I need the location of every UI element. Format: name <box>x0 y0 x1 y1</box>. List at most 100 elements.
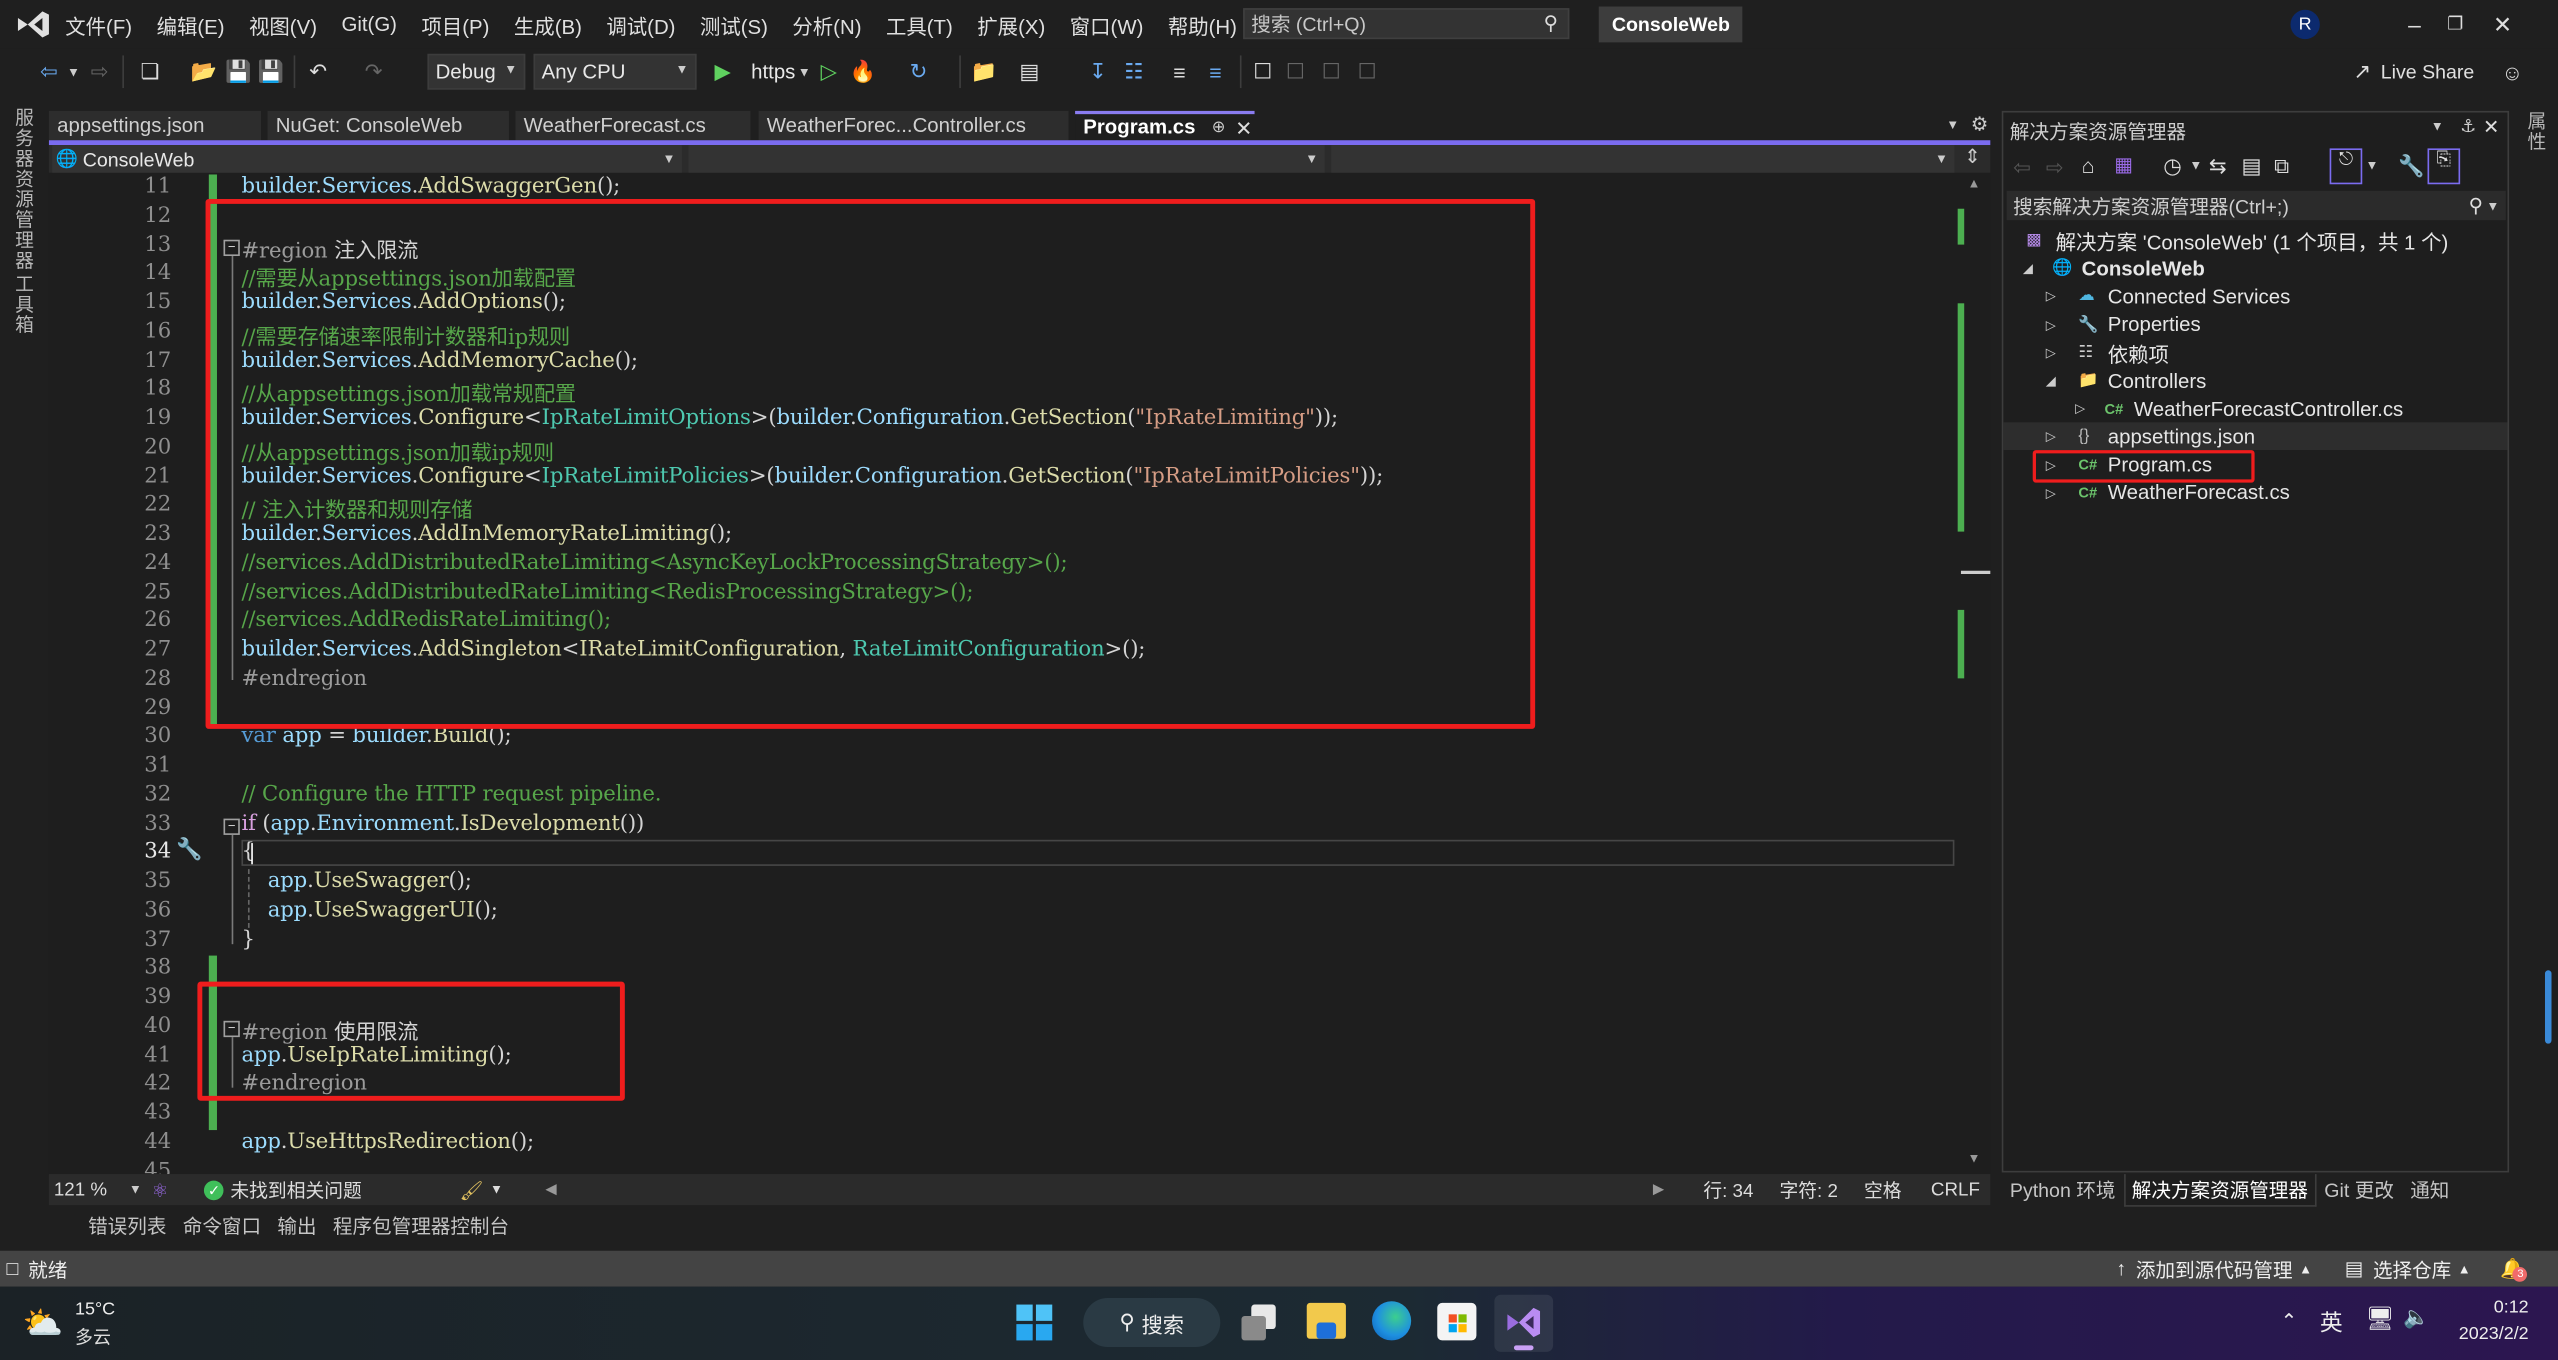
edge-browser-icon[interactable] <box>1372 1301 1412 1341</box>
menu-test[interactable]: 测试(S) <box>700 9 768 40</box>
code-line[interactable]: // Configure the HTTP request pipeline. <box>241 782 661 806</box>
code-cleanup-icon[interactable]: 🖌 <box>460 1178 484 1201</box>
redo-icon[interactable]: ↷ <box>359 55 388 88</box>
tree-item[interactable]: ▷ {} appsettings.json <box>2003 422 2508 451</box>
collapsed-arrow-icon[interactable]: ▷ <box>2046 430 2056 445</box>
weather-cloudy-icon[interactable]: ⛅ <box>23 1303 64 1344</box>
step-icon[interactable]: ↧ <box>1083 55 1112 88</box>
close-window-button[interactable]: ✕ <box>2478 7 2527 43</box>
menu-help[interactable]: 帮助(H) <box>1168 9 1237 40</box>
code-line[interactable]: app.UseSwagger(); <box>241 869 472 893</box>
back-dropdown-icon[interactable]: ▼ <box>65 55 81 88</box>
menu-extensions[interactable]: 扩展(X) <box>977 9 1045 40</box>
menu-edit[interactable]: 编辑(E) <box>157 9 225 40</box>
line-ending-mode[interactable]: CRLF <box>1931 1180 1980 1200</box>
clock-time[interactable]: 0:12 <box>2447 1298 2529 1318</box>
pin-icon[interactable]: ⊕ <box>1212 118 1226 136</box>
type-scope-dropdown[interactable]: ▼ <box>688 145 1325 173</box>
fold-toggle-icon[interactable]: − <box>223 817 240 835</box>
notifications-bell-icon[interactable]: 🔔 3 <box>2500 1257 2528 1282</box>
menu-project[interactable]: 项目(P) <box>421 9 489 40</box>
code-line[interactable]: app.UseSwaggerUI(); <box>241 898 498 922</box>
se-forward-icon[interactable]: ⇨ <box>2046 155 2064 181</box>
network-icon[interactable]: 🖥 <box>2366 1305 2395 1333</box>
code-line[interactable]: if (app.Environment.IsDevelopment()) <box>241 811 644 835</box>
properties-tab[interactable]: 属性 <box>2522 111 2548 152</box>
menu-window[interactable]: 窗口(W) <box>1070 9 1144 40</box>
tree-item[interactable]: ▩ 解决方案 'ConsoleWeb' (1 个项目，共 1 个) <box>2003 227 2507 255</box>
collapsed-arrow-icon[interactable]: ▷ <box>2046 486 2056 501</box>
tab-error-list[interactable]: 错误列表 <box>88 1211 166 1239</box>
switch-views-icon[interactable]: ▦ <box>2114 153 2133 176</box>
feedback-icon[interactable]: ☺ <box>2499 55 2525 88</box>
solution-explorer-search-input[interactable]: 搜索解决方案资源管理器(Ctrl+;) ⚲ ▼ <box>2006 190 2506 221</box>
tab-python-environments[interactable]: Python 环境 <box>2002 1176 2124 1204</box>
tree-item[interactable]: ▷ ☷ 依赖项 <box>2003 339 2507 367</box>
refresh-icon[interactable]: ↻ <box>904 55 933 88</box>
properties-wrench-icon[interactable]: 🔧 <box>2398 153 2424 179</box>
tab-git-changes[interactable]: Git 更改 <box>2316 1176 2402 1204</box>
close-panel-icon[interactable]: ✕ <box>2483 116 2499 139</box>
window-position-dropdown-icon[interactable]: ▼ <box>2431 119 2444 134</box>
window-scroll-indicator[interactable] <box>2544 970 2552 1044</box>
layout-icon[interactable]: ▤ <box>1015 55 1044 88</box>
microsoft-store-icon[interactable] <box>1437 1302 1477 1341</box>
next-bookmark-icon[interactable]: ☐ <box>1318 55 1344 88</box>
start-without-debugging-icon[interactable]: ▷ <box>816 55 842 88</box>
menu-analyze[interactable]: 分析(N) <box>792 9 861 40</box>
code-line[interactable]: app.UseHttpsRedirection(); <box>241 1130 534 1154</box>
tab-appsettings-json[interactable]: appsettings.json <box>48 110 262 141</box>
show-all-files-icon[interactable]: ⧉ <box>2274 153 2289 179</box>
start-debugging-icon[interactable]: ▶ <box>710 55 736 88</box>
previous-bookmark-icon[interactable]: ☐ <box>1282 55 1308 88</box>
collapsed-arrow-icon[interactable]: ▷ <box>2046 317 2056 332</box>
scroll-up-icon[interactable]: ▲ <box>1967 176 1980 191</box>
home-icon[interactable]: ⌂ <box>2082 153 2095 177</box>
intellicode-icon[interactable]: ⚛ <box>152 1178 169 1201</box>
pending-changes-filter-icon[interactable]: ◷ <box>2163 153 2182 179</box>
zoom-level-dropdown[interactable]: 121 % <box>54 1180 129 1200</box>
hot-reload-icon[interactable]: 🔥 <box>848 55 877 88</box>
account-avatar[interactable]: R <box>2290 9 2320 40</box>
se-back-icon[interactable]: ⇦ <box>2013 155 2031 181</box>
volume-icon[interactable]: 🔈 <box>2403 1305 2429 1331</box>
collapse-all-icon[interactable]: ▤ <box>2242 153 2262 179</box>
code-editor[interactable]: 11 builder.Services.AddSwaggerGen(); 12 13 #… <box>48 172 1958 1175</box>
comment-icon[interactable]: ≡ <box>1165 55 1194 88</box>
weather-description[interactable]: 多云 <box>75 1324 111 1350</box>
code-line[interactable]: builder.Services.AddSwaggerGen(); <box>241 174 620 198</box>
scroll-right-icon[interactable]: ▶ <box>1653 1181 1664 1199</box>
tree-item[interactable]: ◢ 📁 Controllers <box>2003 367 2507 395</box>
toolbox-tab[interactable]: 工具箱 <box>10 274 36 335</box>
chevron-down-icon[interactable]: ▼ <box>490 1182 503 1197</box>
editor-vertical-scrollbar[interactable]: ▲ ▼ <box>1957 172 1991 1175</box>
format-icon[interactable]: ☷ <box>1119 55 1148 88</box>
global-search-input[interactable]: 搜索 (Ctrl+Q) ⚲ <box>1243 8 1570 40</box>
show-dependencies-toggle-icon[interactable]: ⎋ <box>2329 148 2363 185</box>
browse-folder-icon[interactable]: 📁 <box>969 55 998 88</box>
menu-view[interactable]: 视图(V) <box>249 9 317 40</box>
show-hidden-icons-chevron-icon[interactable]: ⌃ <box>2281 1309 2297 1332</box>
project-scope-dropdown[interactable]: 🌐 ConsoleWeb ▼ <box>52 145 682 173</box>
start-menu-button[interactable] <box>1016 1304 1053 1341</box>
cursor-char[interactable]: 字符: 2 <box>1780 1177 1838 1203</box>
tree-item[interactable]: ▷ C# WeatherForecastController.cs <box>2003 395 2507 423</box>
task-view-icon[interactable] <box>1241 1304 1277 1341</box>
configuration-dropdown[interactable]: Debug ▼ <box>427 53 526 90</box>
taskbar-search-button[interactable]: ⚲ 搜索 <box>1083 1298 1221 1347</box>
tab-list-dropdown-icon[interactable]: ▼ <box>1946 117 1959 132</box>
menu-debug[interactable]: 调试(D) <box>606 9 675 40</box>
whitespace-mode[interactable]: 空格 <box>1864 1177 1902 1203</box>
navigate-back-icon[interactable]: ⇦ <box>33 55 66 88</box>
tab-solution-explorer[interactable]: 解决方案资源管理器 <box>2123 1173 2317 1206</box>
input-method-indicator[interactable]: 英 <box>2320 1306 2343 1339</box>
live-share-icon[interactable]: ↗ <box>2349 55 2375 88</box>
tree-item[interactable]: ▷ 🔧 Properties <box>2003 311 2507 339</box>
search-options-dropdown-icon[interactable]: ▼ <box>2486 198 2499 213</box>
save-icon[interactable]: 💾 <box>224 55 253 88</box>
tab-output[interactable]: 输出 <box>277 1211 316 1239</box>
scroll-left-icon[interactable]: ◀ <box>545 1181 556 1199</box>
new-project-icon[interactable]: ❏ <box>134 55 167 88</box>
visual-studio-logo-icon[interactable] <box>15 10 51 39</box>
tree-item[interactable]: ▷ C# WeatherForecast.cs <box>2003 479 2507 507</box>
